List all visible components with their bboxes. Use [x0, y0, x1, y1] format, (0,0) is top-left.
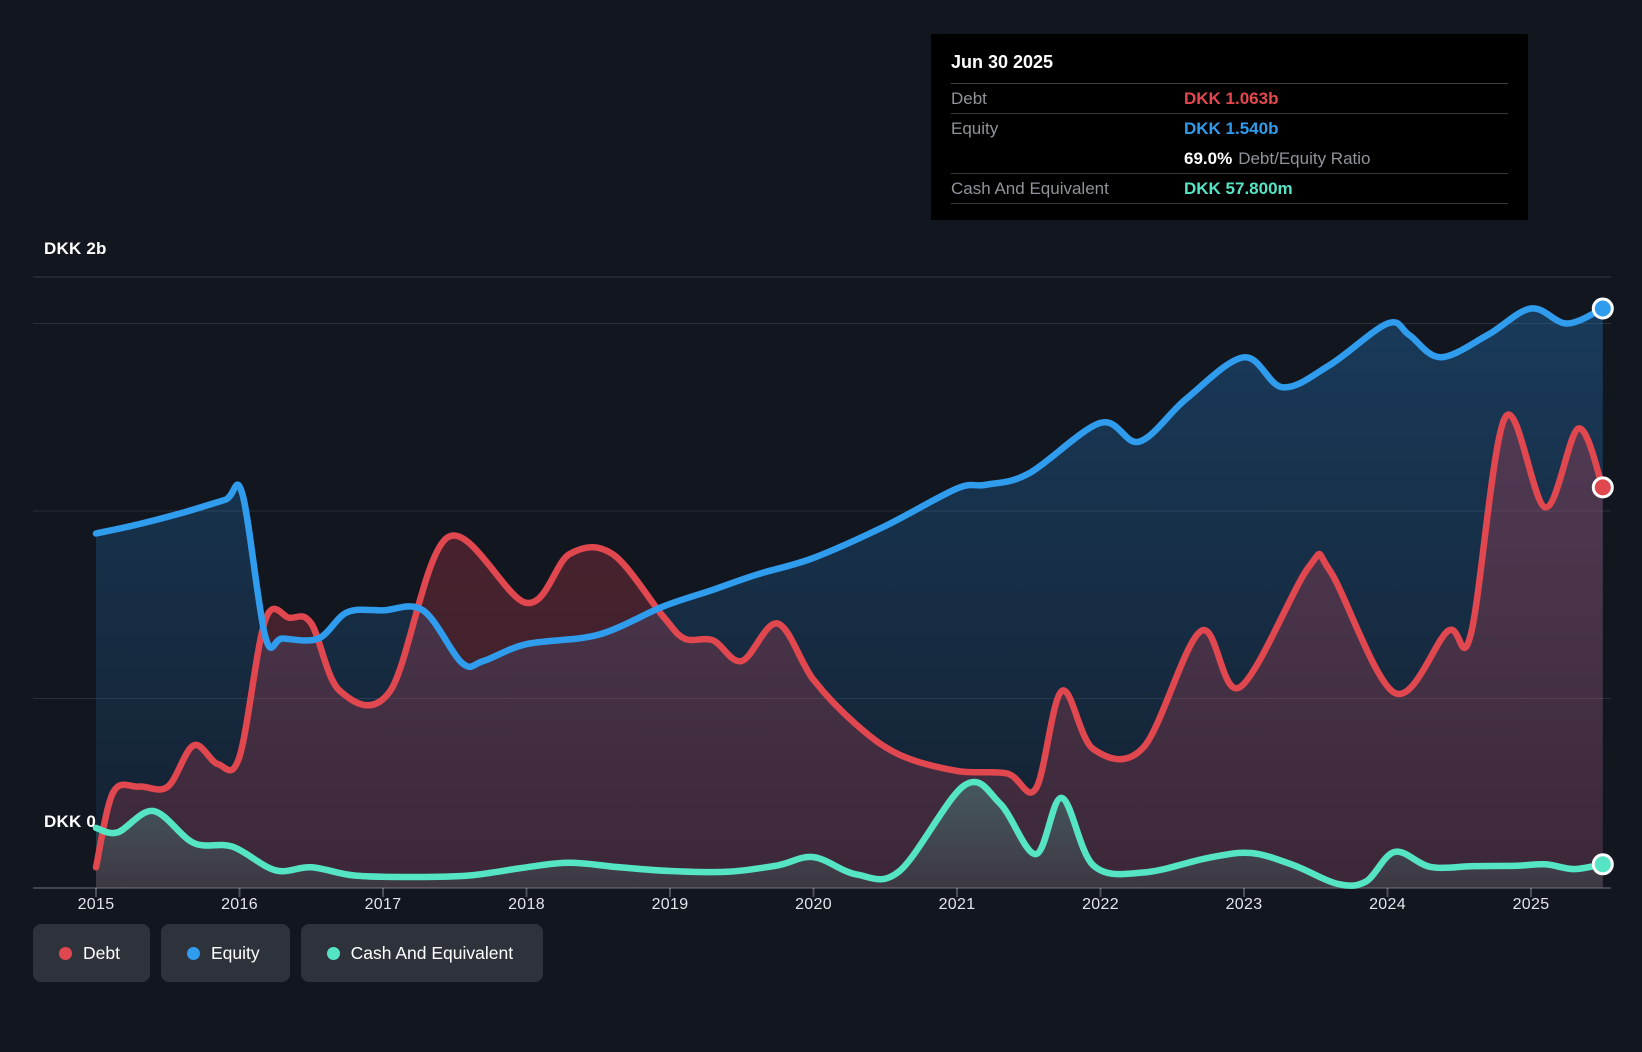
tooltip-label-equity: Equity	[951, 119, 1184, 139]
legend-item-debt[interactable]: Debt	[33, 924, 150, 982]
tooltip-label-cash: Cash And Equivalent	[951, 179, 1184, 199]
cash-series-dot-icon	[327, 947, 340, 960]
tooltip-row-ratio: 69.0% Debt/Equity Ratio	[951, 144, 1508, 174]
legend-label-equity: Equity	[211, 943, 260, 964]
equity-series-dot-icon	[187, 947, 200, 960]
y-axis-label-top: DKK 2b	[44, 239, 107, 259]
x-axis-ticks	[96, 888, 1531, 897]
tooltip-row-cash: Cash And Equivalent DKK 57.800m	[951, 174, 1508, 204]
legend-label-cash: Cash And Equivalent	[351, 943, 513, 964]
tooltip-value-cash: DKK 57.800m	[1184, 179, 1293, 199]
y-axis-label-bottom: DKK 0	[44, 812, 96, 832]
debt-end-marker	[1593, 478, 1612, 497]
debt-series-dot-icon	[59, 947, 72, 960]
tooltip-row-equity: Equity DKK 1.540b	[951, 114, 1508, 144]
tooltip-ratio-label: Debt/Equity Ratio	[1238, 149, 1370, 168]
series-fills	[96, 308, 1603, 888]
tooltip-value-debt: DKK 1.063b	[1184, 89, 1278, 109]
tooltip-ratio-value: 69.0%	[1184, 149, 1232, 168]
legend-item-cash[interactable]: Cash And Equivalent	[301, 924, 543, 982]
legend-item-equity[interactable]: Equity	[161, 924, 290, 982]
legend-label-debt: Debt	[83, 943, 120, 964]
chart-root: DKK 2b DKK 0 2015 2016 2017 2018 2019 20…	[0, 0, 1642, 1052]
chart-tooltip: Jun 30 2025 Debt DKK 1.063b Equity DKK 1…	[931, 34, 1528, 220]
cash-end-marker	[1593, 855, 1612, 874]
chart-legend: Debt Equity Cash And Equivalent	[33, 924, 543, 982]
tooltip-value-equity: DKK 1.540b	[1184, 119, 1278, 139]
tooltip-date: Jun 30 2025	[951, 46, 1508, 84]
tooltip-row-debt: Debt DKK 1.063b	[951, 84, 1508, 114]
equity-end-marker	[1593, 299, 1612, 318]
tooltip-ratio: 69.0% Debt/Equity Ratio	[1184, 149, 1371, 169]
tooltip-label-debt: Debt	[951, 89, 1184, 109]
